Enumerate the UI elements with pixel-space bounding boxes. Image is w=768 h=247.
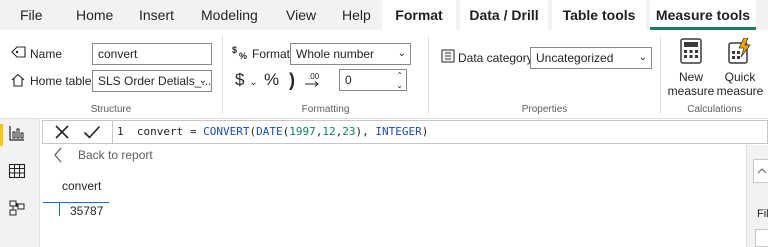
chevron-down-icon: ⌄: [198, 75, 207, 86]
filter-search-box[interactable]: [755, 229, 768, 247]
format-label: Format: [252, 47, 291, 61]
formula-equals: =: [189, 125, 197, 138]
name-tag-icon: [11, 45, 27, 62]
chevron-down-icon: ⌄: [249, 77, 258, 88]
column-header: convert: [62, 179, 102, 193]
data-category-value: Uncategorized: [536, 51, 614, 65]
structure-group-title: Structure: [90, 104, 132, 115]
filters-pane: Fil: [746, 145, 768, 247]
home-icon: [10, 72, 26, 91]
formula-day: 23: [342, 125, 356, 138]
checkmark-icon[interactable]: [83, 124, 101, 143]
table-cell: 35787: [70, 204, 104, 218]
chevron-down-icon: ⌄: [638, 52, 647, 63]
svg-text:$: $: [232, 45, 237, 55]
table-grid-icon: [8, 163, 26, 179]
filters-label: Fil: [757, 208, 768, 220]
model-view-button[interactable]: [8, 199, 30, 221]
tab-file[interactable]: File: [20, 0, 43, 30]
formula-measure-name: convert: [136, 125, 184, 138]
close-x-icon[interactable]: [54, 124, 70, 143]
quick-measure-icon: [728, 37, 752, 67]
report-canvas: Back to report convert 35787: [41, 145, 746, 247]
percent-button[interactable]: %: [264, 70, 279, 90]
bar-chart-icon: [9, 126, 24, 141]
formula-year: 1997: [289, 125, 316, 138]
new-measure-label-line1: New: [678, 70, 703, 84]
home-table-select[interactable]: SLS Order Detials_... ⌄: [92, 70, 212, 92]
report-view-button[interactable]: [0, 124, 30, 146]
calculations-group-title: Calculations: [687, 104, 742, 115]
header-underline: [43, 202, 109, 203]
decimal-places-value: 0: [345, 73, 352, 87]
formula-line-number: 1: [117, 125, 124, 138]
quick-measure-label: Quick measure: [716, 70, 764, 98]
tab-insert[interactable]: Insert: [139, 0, 174, 30]
back-to-report-label: Back to report: [78, 148, 153, 162]
tab-view[interactable]: View: [286, 0, 316, 30]
ribbon: Name convert Home table SLS Order Detial…: [0, 30, 768, 119]
decimal-symbol: .00: [308, 72, 320, 81]
pane-collapse-button[interactable]: [753, 159, 768, 183]
divider: [112, 121, 113, 143]
formula-fn-date: DATE: [256, 125, 283, 138]
tab-measure-tools[interactable]: Measure tools: [650, 0, 756, 30]
format-dollar-percent-icon: $%: [232, 44, 250, 63]
formula-month: 12: [322, 125, 336, 138]
currency-symbol: $: [235, 70, 245, 89]
home-table-label: Home table: [30, 74, 92, 88]
new-measure-label: New measure: [667, 70, 715, 98]
model-icon: [9, 200, 25, 216]
quick-measure-button[interactable]: Quick measure: [716, 36, 764, 102]
menu-bar: File Home Insert Modeling View Help Form…: [0, 0, 768, 30]
column-marker: [59, 202, 60, 216]
properties-group-title: Properties: [521, 104, 568, 115]
data-category-label: Data category: [458, 51, 533, 65]
new-measure-button[interactable]: New measure: [667, 36, 715, 102]
chevron-up-icon: [757, 168, 767, 174]
tab-data-drill[interactable]: Data / Drill: [460, 0, 548, 30]
tab-format[interactable]: Format: [382, 0, 456, 30]
view-switcher: [0, 119, 40, 247]
svg-text:%: %: [239, 51, 247, 60]
format-value: Whole number: [296, 47, 375, 61]
home-table-value: SLS Order Detials_...: [98, 74, 212, 88]
name-label: Name: [30, 47, 63, 61]
calculator-icon: [680, 38, 702, 67]
tab-modeling[interactable]: Modeling: [201, 0, 258, 30]
divider: [660, 36, 661, 114]
decimal-places-stepper[interactable]: 0 ⌃ ⌄: [339, 69, 407, 91]
tab-help[interactable]: Help: [342, 0, 371, 30]
comma-button[interactable]: ): [289, 70, 295, 91]
format-select[interactable]: Whole number ⌄: [290, 43, 411, 65]
formula-fn-convert: CONVERT: [203, 125, 250, 138]
tab-table-tools[interactable]: Table tools: [552, 0, 646, 30]
quick-measure-label-line1: Quick: [724, 70, 756, 84]
formula-bar: 1 convert = CONVERT(DATE(1997,12,23), IN…: [42, 120, 768, 144]
formatting-group-title: Formatting: [301, 104, 350, 115]
data-category-select[interactable]: Uncategorized ⌄: [530, 47, 652, 69]
quick-measure-label-line2: measure: [716, 84, 764, 98]
currency-button[interactable]: $ ⌄: [235, 70, 258, 90]
tab-home[interactable]: Home: [76, 0, 113, 30]
decimal-button[interactable]: .00: [303, 71, 325, 92]
divider: [222, 36, 223, 114]
formula-type-arg: INTEGER: [375, 125, 422, 138]
table-visual[interactable]: convert 35787: [43, 175, 109, 225]
divider: [428, 36, 429, 114]
data-view-button[interactable]: [8, 162, 30, 184]
formula-input[interactable]: 1 convert = CONVERT(DATE(1997,12,23), IN…: [117, 121, 428, 143]
chevron-down-icon: ⌄: [397, 48, 406, 59]
new-measure-label-line2: measure: [667, 84, 715, 98]
chevron-down-icon[interactable]: ⌄: [396, 76, 403, 90]
chevron-left-icon: [53, 147, 63, 166]
data-category-icon: [441, 49, 455, 66]
name-input[interactable]: convert: [92, 43, 212, 65]
